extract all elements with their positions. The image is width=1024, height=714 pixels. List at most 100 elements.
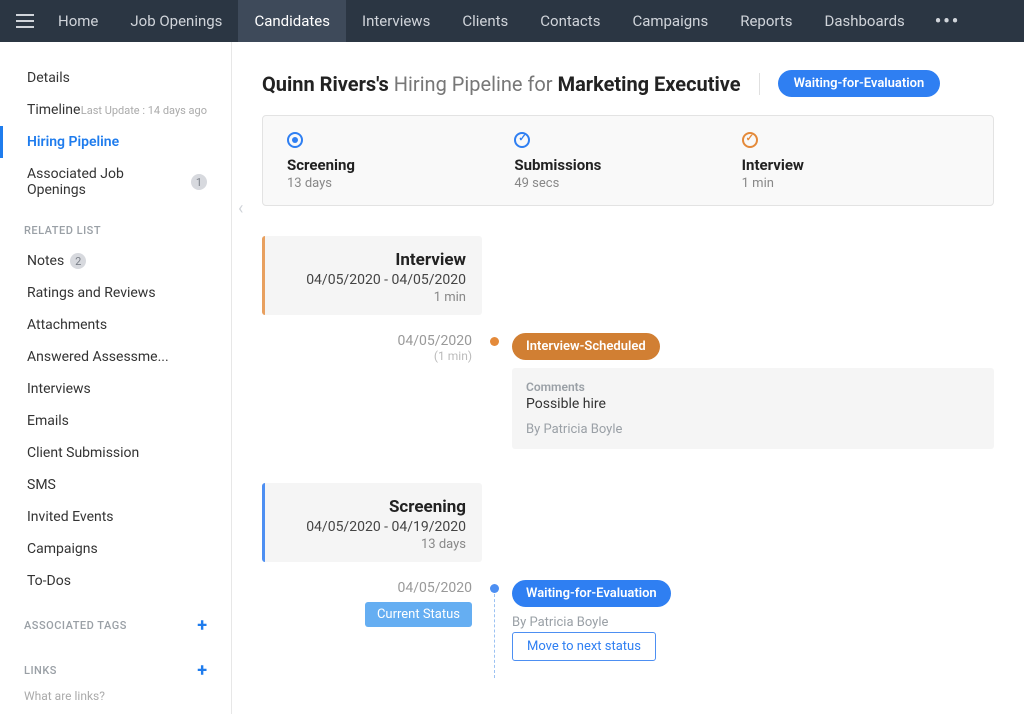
sidebar-item-label: Answered Assessme...: [27, 349, 169, 365]
nav-tabs: Home Job Openings Candidates Interviews …: [42, 0, 974, 42]
count-badge: 2: [70, 253, 86, 269]
sidebar-item-sub: Last Update : 14 days ago: [81, 104, 207, 117]
entry-duration: (1 min): [232, 349, 472, 363]
heading-label: ASSOCIATED TAGS: [24, 619, 127, 632]
sidebar-item-label: Notes: [27, 253, 64, 269]
sidebar-item-details[interactable]: Details: [0, 62, 231, 94]
stage-done-icon: [514, 132, 530, 148]
sidebar-item-label: Details: [27, 70, 70, 86]
move-to-next-status-button[interactable]: Move to next status: [512, 632, 656, 661]
page-header: Quinn Rivers's Hiring Pipeline for Marke…: [232, 42, 1024, 115]
timeline-entry: 04/05/2020 (1 min) Interview-Scheduled C…: [232, 333, 994, 449]
sidebar-item-assessments[interactable]: Answered Assessme...: [0, 341, 231, 373]
heading-label: LINKS: [24, 664, 57, 677]
dashed-connector: [494, 594, 495, 678]
comment-label: Comments: [526, 380, 980, 394]
divider: [759, 73, 760, 95]
main-content: ‹ Quinn Rivers's Hiring Pipeline for Mar…: [232, 42, 1024, 714]
sidebar-item-campaigns[interactable]: Campaigns: [0, 533, 231, 565]
sidebar-heading-related: RELATED LIST: [0, 206, 231, 245]
event-duration: 13 days: [281, 537, 466, 552]
sidebar-item-ratings[interactable]: Ratings and Reviews: [0, 277, 231, 309]
nav-tab-interviews[interactable]: Interviews: [346, 0, 446, 42]
title-mid: Hiring Pipeline for: [389, 72, 558, 96]
nav-tab-contacts[interactable]: Contacts: [524, 0, 616, 42]
stage-name: Interview: [742, 156, 969, 174]
sidebar-item-invited-events[interactable]: Invited Events: [0, 501, 231, 533]
current-status-pill[interactable]: Waiting-for-Evaluation: [778, 70, 941, 97]
sidebar-item-todos[interactable]: To-Dos: [0, 565, 231, 597]
timeline-event-interview: Interview 04/05/2020 - 04/05/2020 1 min: [232, 236, 994, 315]
sidebar-item-label: SMS: [27, 477, 56, 493]
top-nav: Home Job Openings Candidates Interviews …: [0, 0, 1024, 42]
status-pill[interactable]: Interview-Scheduled: [512, 333, 660, 360]
event-duration: 1 min: [281, 290, 466, 305]
sidebar-item-interviews[interactable]: Interviews: [0, 373, 231, 405]
sidebar-item-label: Attachments: [27, 317, 107, 333]
sidebar-item-label: Client Submission: [27, 445, 139, 461]
add-link-button[interactable]: +: [197, 660, 207, 681]
sidebar-item-label: Emails: [27, 413, 69, 429]
event-header: Interview 04/05/2020 - 04/05/2020 1 min: [262, 236, 482, 315]
job-name: Marketing Executive: [558, 72, 741, 96]
sidebar-heading-links: LINKS +: [0, 642, 231, 687]
nav-tab-dashboards[interactable]: Dashboards: [808, 0, 920, 42]
nav-tab-candidates[interactable]: Candidates: [238, 0, 346, 42]
entry-date: 04/05/2020: [232, 333, 472, 349]
sidebar-item-label: Hiring Pipeline: [27, 134, 119, 150]
sidebar-heading-tags: ASSOCIATED TAGS +: [0, 597, 231, 642]
nav-tab-clients[interactable]: Clients: [446, 0, 524, 42]
links-hint[interactable]: What are links?: [0, 687, 231, 705]
timeline-entry: 04/05/2020 Current Status Waiting-for-Ev…: [232, 580, 994, 630]
timeline-dot-icon: [490, 584, 499, 593]
comment-text: Possible hire: [526, 396, 980, 412]
event-title: Interview: [281, 250, 466, 270]
sidebar-item-label: Timeline: [27, 102, 80, 118]
candidate-name: Quinn Rivers's: [262, 72, 389, 96]
stage-interview[interactable]: Interview 1 min: [742, 132, 969, 191]
sidebar-item-hiring-pipeline[interactable]: Hiring Pipeline: [0, 126, 231, 158]
sidebar-item-label: Campaigns: [27, 541, 98, 557]
comment-box: Comments Possible hire By Patricia Boyle: [512, 368, 994, 449]
pipeline-stages: Screening 13 days Submissions 49 secs In…: [262, 115, 994, 206]
sidebar-item-label: Invited Events: [27, 509, 114, 525]
nav-tab-campaigns[interactable]: Campaigns: [616, 0, 724, 42]
timeline: Interview 04/05/2020 - 04/05/2020 1 min …: [232, 206, 1024, 691]
timeline-dot-icon: [490, 337, 499, 346]
stage-time: 13 days: [287, 176, 514, 191]
stage-time: 49 secs: [514, 176, 741, 191]
stage-submissions[interactable]: Submissions 49 secs: [514, 132, 741, 191]
sidebar-item-notes[interactable]: Notes 2: [0, 245, 231, 277]
stage-active-icon: [287, 132, 303, 148]
sidebar-item-sms[interactable]: SMS: [0, 469, 231, 501]
event-header: Screening 04/05/2020 - 04/19/2020 13 day…: [262, 483, 482, 562]
sidebar: Details Timeline Last Update : 14 days a…: [0, 42, 232, 714]
event-range: 04/05/2020 - 04/05/2020: [281, 272, 466, 288]
sidebar-item-label: To-Dos: [27, 573, 71, 589]
status-pill[interactable]: Waiting-for-Evaluation: [512, 580, 671, 607]
timeline-event-screening: Screening 04/05/2020 - 04/19/2020 13 day…: [232, 483, 994, 562]
stage-name: Screening: [287, 156, 514, 174]
sidebar-item-emails[interactable]: Emails: [0, 405, 231, 437]
nav-tab-home[interactable]: Home: [42, 0, 114, 42]
sidebar-item-label: Interviews: [27, 381, 91, 397]
stage-time: 1 min: [742, 176, 969, 191]
sidebar-item-timeline[interactable]: Timeline Last Update : 14 days ago: [0, 94, 231, 126]
sidebar-item-label: Ratings and Reviews: [27, 285, 156, 301]
stage-screening[interactable]: Screening 13 days: [287, 132, 514, 191]
nav-more[interactable]: •••: [921, 0, 974, 42]
sidebar-item-client-submission[interactable]: Client Submission: [0, 437, 231, 469]
entry-date: 04/05/2020: [232, 580, 472, 596]
collapse-sidebar-button[interactable]: ‹: [238, 198, 243, 219]
nav-tab-reports[interactable]: Reports: [724, 0, 808, 42]
add-tag-button[interactable]: +: [197, 615, 207, 636]
nav-tab-job-openings[interactable]: Job Openings: [114, 0, 238, 42]
current-status-chip: Current Status: [365, 602, 472, 627]
sidebar-item-attachments[interactable]: Attachments: [0, 309, 231, 341]
by-line: By Patricia Boyle: [526, 422, 980, 437]
sidebar-item-associated-job-openings[interactable]: Associated Job Openings 1: [0, 158, 231, 206]
count-badge: 1: [191, 174, 207, 190]
stage-done-icon: [742, 132, 758, 148]
stage-name: Submissions: [514, 156, 741, 174]
hamburger-icon[interactable]: [8, 6, 42, 36]
